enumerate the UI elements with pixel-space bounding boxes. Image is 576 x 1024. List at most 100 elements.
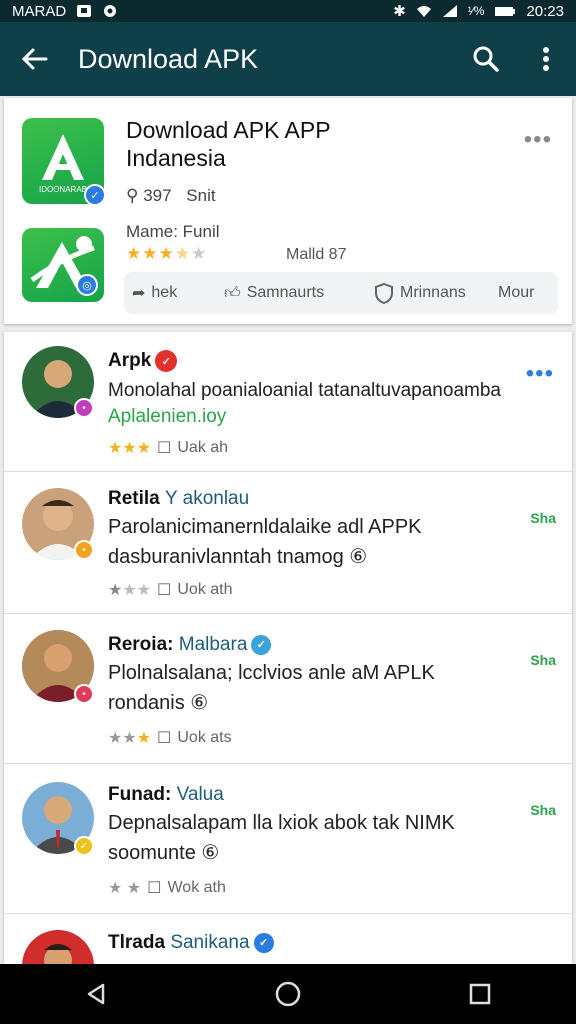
review-author: Reroia: Malbara ✓ <box>108 634 272 656</box>
verified-badge-icon: ✓ <box>84 184 106 206</box>
share-label: hek <box>151 284 178 301</box>
review-author: Tlrada Sanikana ✓ <box>108 932 274 954</box>
author-subtitle: Sanikana <box>170 932 250 953</box>
rating-stars: ★★★ <box>108 582 152 599</box>
triangle-back-icon <box>87 983 105 1005</box>
status-badge-icon: • <box>74 684 94 704</box>
review-text: Depnalsalapam lla lxiok abok tak NIMK so… <box>108 812 455 864</box>
author-name: Arpk <box>108 350 152 372</box>
carrier-label: MARAD <box>12 2 67 20</box>
review-text: Parolanicimanernldalaike adl APPK dasbur… <box>108 516 422 568</box>
review-meta-text: Uok ats <box>177 729 232 746</box>
author-name: Reroia: <box>108 634 174 655</box>
review-side-label: Sha <box>530 510 556 526</box>
app-card[interactable]: IDOONARAB ✓ ◎ Download APK APP Indanesia… <box>4 98 572 324</box>
like-button[interactable]: 👍︎ Samnaurts <box>216 284 366 303</box>
author-subtitle: Valua <box>176 784 224 805</box>
author-name: Funad: <box>108 784 172 805</box>
review-side-label: Sha <box>530 802 556 818</box>
review-item[interactable]: • Retila Y akonlau Sha Parolanicimanernl… <box>4 472 572 614</box>
review-author: Retila Y akonlau <box>108 488 249 510</box>
status-badge-icon: • <box>74 540 94 560</box>
review-item[interactable]: • Reroia: Malbara ✓ Sha Plolnalsalana; lc… <box>4 614 572 764</box>
card-more-button[interactable]: ••• <box>524 126 552 154</box>
comment-icon[interactable]: ☐ <box>157 438 171 458</box>
signal-icon <box>442 5 457 17</box>
author-name: Retila <box>108 488 160 509</box>
review-author: Funad: Valua <box>108 784 224 806</box>
review-side-label: Sha <box>530 652 556 668</box>
app-meta: Mame: Funil <box>126 222 220 241</box>
review-item[interactable]: ✓ Funad: Valua Sha Depnalsalapam lla lxi… <box>4 764 572 914</box>
notification-icon <box>77 5 92 17</box>
review-meta-text: Uak ah <box>177 439 229 456</box>
verified-icon: ✓ <box>253 932 274 953</box>
arrow-back-icon <box>21 48 48 70</box>
rating-stars: ★★★ <box>108 730 152 747</box>
author-name: Tlrada <box>108 932 166 953</box>
app-badge-icon: ◎ <box>76 274 98 296</box>
review-author: Arpk ✓ <box>108 350 178 372</box>
more-label: Mour <box>498 284 535 301</box>
app-rating: ★★★★★ <box>126 244 208 263</box>
overflow-menu-button[interactable] <box>516 22 576 96</box>
reviews-feed: • Arpk ✓ ••• Monolahal poanialoanial tata… <box>4 332 572 972</box>
share-button[interactable]: ➦ hek <box>124 283 216 303</box>
more-button[interactable]: Mour <box>490 284 542 302</box>
security-button[interactable]: Mrinnans <box>366 282 490 304</box>
battery-label: ¹⁄% <box>467 4 485 18</box>
review-meta: ★★★ ☐ Uok ath <box>108 580 233 600</box>
status-badge-icon: ✓ <box>74 836 94 856</box>
security-label: Mrinnans <box>400 284 466 301</box>
app-title: Download APK APP Indanesia <box>126 117 331 171</box>
app-meta-right: Malld 87 <box>286 246 347 263</box>
chat-icon <box>104 5 117 17</box>
status-bar: MARAD ✱ ¹⁄% 20:23 <box>0 0 576 22</box>
thumbs-up-icon: 👍︎ <box>224 284 241 302</box>
shield-icon <box>375 282 393 304</box>
battery-icon <box>495 7 516 16</box>
page-title: Download APK <box>78 43 259 74</box>
review-meta-text: Wok ath <box>167 879 226 896</box>
nav-home-button[interactable] <box>248 964 328 1024</box>
rating-stars: ★★★ <box>108 440 152 457</box>
status-badge-icon: • <box>74 398 94 418</box>
clock: 20:23 <box>526 2 564 20</box>
author-subtitle: Y akonlau <box>165 488 250 509</box>
nav-back-button[interactable] <box>56 964 136 1024</box>
comment-icon[interactable]: ☐ <box>147 878 161 898</box>
back-button[interactable] <box>0 22 68 96</box>
review-item[interactable]: • Arpk ✓ ••• Monolahal poanialoanial tata… <box>4 332 572 472</box>
system-nav-bar <box>0 964 576 1024</box>
review-meta: ★★★ ☐ Uak ah <box>108 438 228 458</box>
rating-stars: ★ ★ <box>108 880 142 897</box>
search-button[interactable] <box>456 22 516 96</box>
app-icon-label: IDOONARAB <box>39 185 87 194</box>
review-meta-text: Uok ath <box>177 581 233 598</box>
downloads-row: ⚲ 397 Snit <box>126 186 216 206</box>
downloads-count: 397 <box>143 186 172 205</box>
red-badge-icon: ✓ <box>155 350 178 372</box>
review-text-line2: Aplalenien.ioy <box>108 406 227 427</box>
review-meta: ★★★ ☐ Uok ats <box>108 728 232 748</box>
comment-icon[interactable]: ☐ <box>157 728 171 748</box>
search-icon: ⚲ <box>126 186 139 205</box>
author-subtitle: Malbara <box>178 634 248 655</box>
search-icon <box>473 46 499 72</box>
bluetooth-icon: ✱ <box>393 3 406 20</box>
review-text: Plolnalsalana; lcclvios anle aM APLK ron… <box>108 662 435 714</box>
more-vert-icon <box>543 47 549 71</box>
nav-recents-button[interactable] <box>440 964 520 1024</box>
wifi-icon <box>416 6 431 17</box>
downloads-suffix: Snit <box>186 186 216 205</box>
app-icon-secondary[interactable]: ◎ <box>22 228 104 302</box>
share-icon: ➦ <box>132 285 146 302</box>
circle-home-icon <box>275 981 301 1007</box>
comment-icon[interactable]: ☐ <box>157 580 171 600</box>
app-bar: Download APK <box>0 22 576 96</box>
review-meta: ★ ★ ☐ Wok ath <box>108 878 226 898</box>
like-label: Samnaurts <box>246 284 325 301</box>
square-recents-icon <box>469 983 491 1005</box>
verified-icon: ✓ <box>251 634 272 655</box>
app-icon[interactable]: IDOONARAB ✓ <box>22 118 106 206</box>
